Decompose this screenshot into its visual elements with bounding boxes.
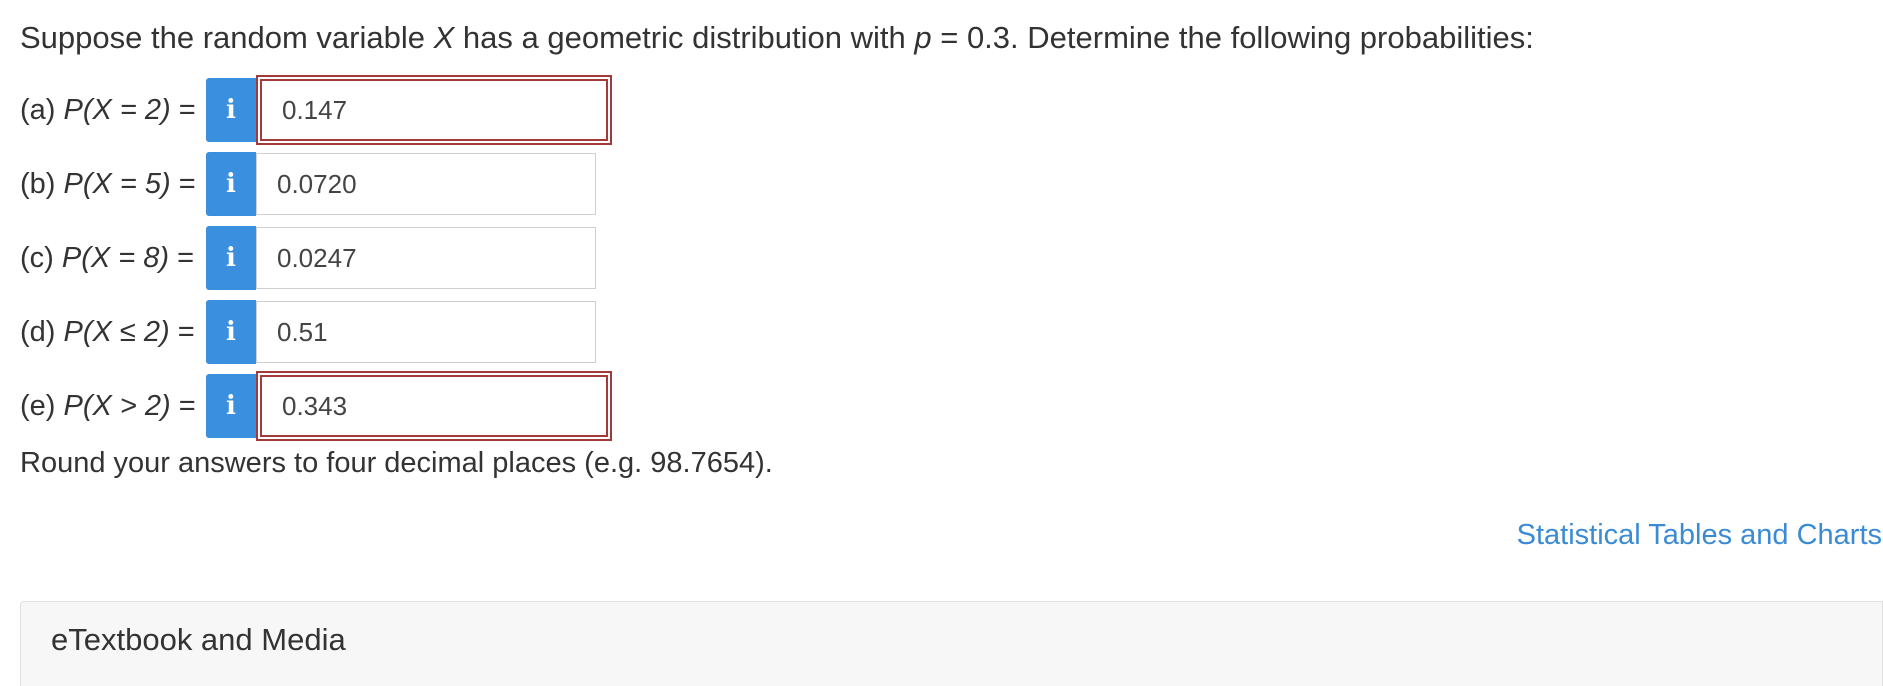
etextbook-panel[interactable]: eTextbook and Media (20, 601, 1883, 686)
part-b-equals: = (170, 167, 196, 200)
part-c-equals: = (169, 241, 195, 274)
question-variable: X (433, 20, 455, 55)
part-c-row: (c) P(X = 8) = i 0.0247 (20, 221, 1883, 295)
parts-list: (a) P(X = 2) = i 0.147 (b) P(X = 5) = i … (20, 73, 1883, 443)
part-a-label: (a) P(X = 2) = (20, 94, 206, 127)
info-icon[interactable]: i (206, 78, 256, 142)
part-e-equals: = (170, 389, 196, 422)
statistical-tables-link[interactable]: Statistical Tables and Charts (1517, 519, 1882, 552)
question-parameter: p (914, 20, 932, 55)
part-c-answer-input[interactable]: 0.0247 (256, 227, 596, 289)
question-middle: has a geometric distribution with (454, 20, 915, 55)
part-e-letter: (e) (20, 389, 64, 422)
part-b-answer-input[interactable]: 0.0720 (256, 153, 596, 215)
part-a-equals: = (170, 93, 196, 126)
question-suffix: = 0.3. Determine the following probabili… (931, 20, 1534, 55)
part-d-equals: = (169, 315, 195, 348)
question-content: Suppose the random variable X has a geom… (20, 0, 1883, 480)
part-d-letter: (d) (20, 315, 64, 348)
part-b-expression: P(X = 5) (63, 167, 171, 200)
rounding-instructions: Round your answers to four decimal place… (20, 447, 773, 479)
part-e-row: (e) P(X > 2) = i 0.343 (20, 369, 1883, 443)
part-e-expression: P(X > 2) (63, 389, 171, 422)
part-d-expression: P(X ≤ 2) (63, 315, 170, 348)
info-icon[interactable]: i (206, 152, 256, 216)
part-b-label: (b) P(X = 5) = (20, 168, 206, 201)
part-c-expression: P(X = 8) (61, 241, 170, 274)
etextbook-title: eTextbook and Media (51, 622, 346, 657)
part-a-expression: P(X = 2) (63, 93, 171, 126)
part-d-answer-input[interactable]: 0.51 (256, 301, 596, 363)
part-c-letter: (c) (20, 241, 62, 274)
info-icon[interactable]: i (206, 226, 256, 290)
part-d-label: (d) P(X ≤ 2) = (20, 316, 206, 349)
part-b-row: (b) P(X = 5) = i 0.0720 (20, 147, 1883, 221)
question-text: Suppose the random variable X has a geom… (20, 19, 1883, 57)
question-prefix: Suppose the random variable (20, 20, 434, 55)
part-a-letter: (a) (20, 93, 64, 126)
part-d-row: (d) P(X ≤ 2) = i 0.51 (20, 295, 1883, 369)
info-icon[interactable]: i (206, 300, 256, 364)
part-a-answer-input[interactable]: 0.147 (256, 75, 612, 145)
part-b-letter: (b) (20, 167, 64, 200)
part-a-row: (a) P(X = 2) = i 0.147 (20, 73, 1883, 147)
info-icon[interactable]: i (206, 374, 256, 438)
part-e-label: (e) P(X > 2) = (20, 390, 206, 423)
part-e-answer-input[interactable]: 0.343 (256, 371, 612, 441)
part-c-label: (c) P(X = 8) = (20, 242, 206, 275)
